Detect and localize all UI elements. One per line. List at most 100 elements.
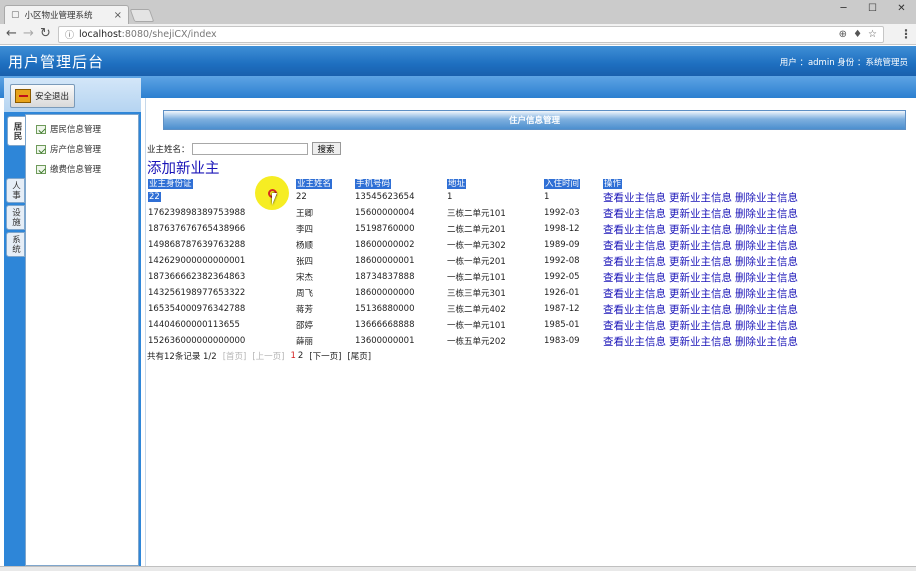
cell-phone: 13545623654	[355, 192, 415, 202]
delete-owner-link[interactable]: 删除业主信息	[735, 288, 798, 300]
browser-tab[interactable]: ▢ 小区物业管理系统 ×	[4, 5, 129, 24]
pager-first[interactable]: [首页]	[223, 350, 247, 362]
pager-page-2[interactable]: 2	[298, 351, 303, 361]
cell-address: 一栋一单元201	[447, 257, 506, 267]
view-owner-link[interactable]: 查看业主信息	[603, 224, 666, 236]
cell-name: 22	[296, 192, 307, 202]
search-button[interactable]: 搜索	[311, 142, 341, 155]
col-header-name: 业主姓名	[296, 179, 333, 189]
pager-prev[interactable]: [上一页]	[252, 350, 284, 362]
view-owner-link[interactable]: 查看业主信息	[603, 320, 666, 332]
update-owner-link[interactable]: 更新业主信息	[669, 240, 732, 252]
update-owner-link[interactable]: 更新业主信息	[669, 272, 732, 284]
update-owner-link[interactable]: 更新业主信息	[669, 288, 732, 300]
tab-residents[interactable]: 居民	[7, 116, 26, 146]
browser-menu-icon[interactable]: ⋮	[900, 27, 912, 41]
url-host: localhost	[79, 29, 122, 40]
logout-button[interactable]: 安全退出	[10, 84, 75, 108]
reload-icon[interactable]: ↻	[40, 27, 51, 41]
info-icon[interactable]: ⓘ	[65, 28, 74, 41]
forward-icon[interactable]: →	[23, 27, 34, 41]
zoom-icon[interactable]: ⊕	[839, 29, 847, 40]
cell-address: 1	[447, 192, 453, 202]
cell-name: 邵婷	[296, 321, 314, 331]
vertical-tabs: 居民 人事 设施 系统	[4, 114, 26, 568]
sidebar-item-payment-info[interactable]: 缴费信息管理	[36, 163, 101, 175]
update-owner-link[interactable]: 更新业主信息	[669, 224, 732, 236]
url-path: :8080/shejiCX/index	[121, 29, 217, 40]
cell-phone: 15198760000	[355, 224, 415, 234]
tab-facilities[interactable]: 设施	[6, 205, 25, 230]
table-row: 14404600000113655 邵婷 13666668888 一栋一单元101 19…	[148, 317, 801, 333]
cell-checkin: 1987-12	[544, 304, 580, 314]
cell-checkin: 1	[544, 192, 550, 202]
delete-owner-link[interactable]: 删除业主信息	[735, 320, 798, 332]
delete-owner-link[interactable]: 删除业主信息	[735, 256, 798, 268]
sidebar-item-label: 房产信息管理	[50, 145, 102, 155]
close-window-icon[interactable]: ✕	[887, 0, 916, 16]
tab-personnel[interactable]: 人事	[6, 178, 25, 203]
cell-ops: 查看业主信息 更新业主信息 删除业主信息	[603, 221, 801, 237]
app-title: 用户管理后台	[8, 53, 105, 71]
view-owner-link[interactable]: 查看业主信息	[603, 304, 666, 316]
view-owner-link[interactable]: 查看业主信息	[603, 240, 666, 252]
pager-last[interactable]: [尾页]	[347, 350, 371, 362]
view-owner-link[interactable]: 查看业主信息	[603, 288, 666, 300]
maximize-icon[interactable]: ☐	[858, 0, 887, 16]
cell-address: 二栋二单元201	[447, 225, 506, 235]
cell-name: 薛丽	[296, 337, 314, 347]
delete-owner-link[interactable]: 删除业主信息	[735, 224, 798, 236]
logout-area: 安全退出	[4, 78, 141, 112]
update-owner-link[interactable]: 更新业主信息	[669, 256, 732, 268]
update-owner-link[interactable]: 更新业主信息	[669, 336, 732, 348]
logout-icon	[15, 89, 31, 103]
view-owner-link[interactable]: 查看业主信息	[603, 192, 666, 204]
view-owner-link[interactable]: 查看业主信息	[603, 336, 666, 348]
cell-checkin: 1926-01	[544, 288, 580, 298]
view-owner-link[interactable]: 查看业主信息	[603, 208, 666, 220]
add-owner-link[interactable]: 添加新业主	[147, 157, 220, 178]
table-row: 187366662382364863 宋杰 18734837888 一栋二单元101 1…	[148, 269, 801, 285]
sidebar-item-resident-info[interactable]: 居民信息管理	[36, 123, 101, 135]
cell-phone: 18734837888	[355, 272, 415, 282]
cell-name: 王卿	[296, 209, 314, 219]
check-icon	[36, 144, 46, 154]
delete-owner-link[interactable]: 删除业主信息	[735, 240, 798, 252]
cell-ops: 查看业主信息 更新业主信息 删除业主信息	[603, 269, 801, 285]
table-row: 165354000976342788 蒋芳 15136880000 三栋二单元402 1…	[148, 301, 801, 317]
bookmark-star-icon[interactable]: ☆	[868, 29, 877, 40]
tab-system[interactable]: 系统	[6, 232, 25, 257]
url-field[interactable]: ⓘ localhost:8080/shejiCX/index ⊕ ♦ ☆	[58, 26, 884, 43]
update-owner-link[interactable]: 更新业主信息	[669, 320, 732, 332]
back-icon[interactable]: ←	[6, 27, 17, 41]
delete-owner-link[interactable]: 删除业主信息	[735, 336, 798, 348]
section-title: 住户信息管理	[163, 110, 906, 130]
pager-page-1[interactable]: 1	[290, 351, 295, 361]
cell-phone: 15136880000	[355, 304, 415, 314]
table-row: 152636000000000000 薛丽 13600000001 一栋五单元202 1…	[148, 333, 801, 349]
new-tab-button[interactable]	[129, 9, 155, 22]
delete-owner-link[interactable]: 删除业主信息	[735, 272, 798, 284]
sidebar-item-property-info[interactable]: 房产信息管理	[36, 143, 101, 155]
update-owner-link[interactable]: 更新业主信息	[669, 192, 732, 204]
view-owner-link[interactable]: 查看业主信息	[603, 272, 666, 284]
app-header: 用户管理后台 用户 ：admin 身份 ：系统管理员	[0, 46, 916, 76]
extension-icon[interactable]: ♦	[853, 29, 862, 40]
cell-address: 三栋三单元301	[447, 289, 506, 299]
close-tab-icon[interactable]: ×	[114, 10, 122, 21]
owner-name-input[interactable]	[191, 142, 308, 155]
cell-phone: 18600000002	[355, 240, 415, 250]
update-owner-link[interactable]: 更新业主信息	[669, 304, 732, 316]
delete-owner-link[interactable]: 删除业主信息	[735, 304, 798, 316]
left-panel: 安全退出 居民 人事 设施 系统 居民信息管理 房产信息管理 缴费信息管理	[4, 78, 141, 568]
update-owner-link[interactable]: 更新业主信息	[669, 208, 732, 220]
view-owner-link[interactable]: 查看业主信息	[603, 256, 666, 268]
pager-next[interactable]: [下一页]	[309, 350, 341, 362]
owner-table: 业主身份证 业主姓名 手机号码 地址 入住时间 操作 22 22 135456236…	[148, 177, 801, 349]
cell-phone: 13600000001	[355, 336, 415, 346]
delete-owner-link[interactable]: 删除业主信息	[735, 208, 798, 220]
delete-owner-link[interactable]: 删除业主信息	[735, 192, 798, 204]
sidebar-item-label: 居民信息管理	[50, 125, 102, 135]
user-info: 用户 ：admin 身份 ：系统管理员	[779, 58, 908, 68]
minimize-icon[interactable]: ─	[829, 0, 858, 16]
